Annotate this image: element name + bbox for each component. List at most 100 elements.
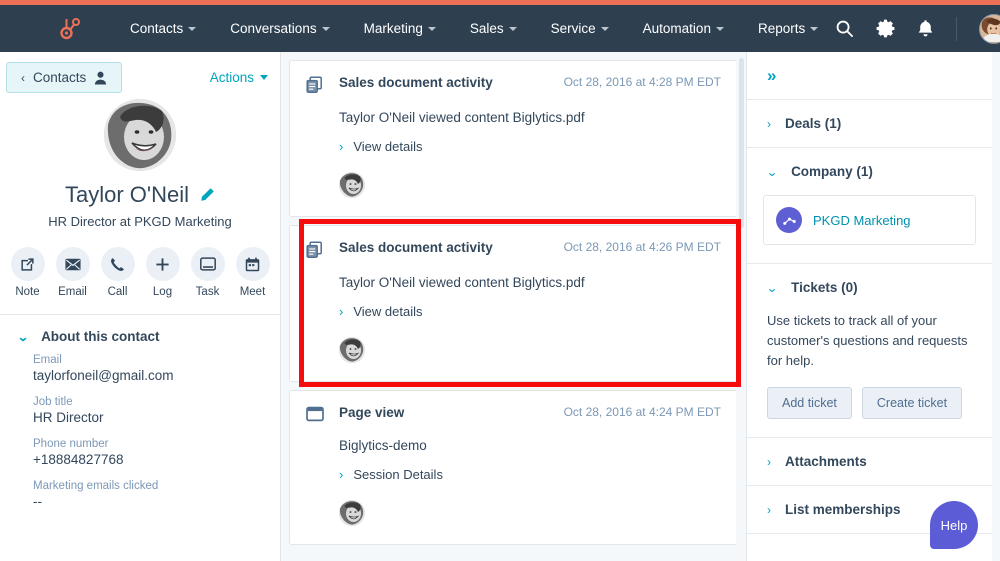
chevron-right-icon: › bbox=[767, 454, 771, 469]
documents-stack-icon bbox=[306, 240, 325, 264]
gear-icon[interactable] bbox=[876, 19, 895, 38]
back-to-contacts-label: Contacts bbox=[33, 70, 87, 85]
scrollbar-thumb[interactable] bbox=[739, 58, 744, 228]
chevron-down-icon bbox=[810, 26, 819, 31]
attachments-section: › Attachments bbox=[747, 438, 992, 487]
nav-divider bbox=[956, 16, 958, 41]
avatar bbox=[339, 500, 365, 526]
timeline-card[interactable]: Sales document activity Oct 28, 2016 at … bbox=[289, 60, 738, 217]
hubspot-sprocket-logo-icon[interactable] bbox=[57, 16, 83, 42]
quick-action-label: Meet bbox=[239, 286, 266, 298]
property-value[interactable]: -- bbox=[33, 494, 262, 509]
property-value[interactable]: +18884827768 bbox=[33, 452, 262, 467]
about-this-contact-header[interactable]: ⌄ About this contact bbox=[0, 315, 280, 354]
chevron-down-icon bbox=[188, 26, 197, 31]
person-icon bbox=[94, 71, 107, 85]
card-body-text: Taylor O'Neil viewed content Biglytics.p… bbox=[339, 110, 585, 125]
chevron-down-icon bbox=[715, 26, 724, 31]
quick-action-email[interactable]: Email bbox=[55, 247, 90, 298]
create-ticket-button[interactable]: Create ticket bbox=[861, 387, 963, 420]
card-header: Sales document activity Oct 28, 2016 at … bbox=[306, 75, 721, 99]
chevron-down-icon bbox=[508, 26, 517, 31]
timeline-scrollbar[interactable] bbox=[736, 52, 746, 561]
nav-item-label: Conversations bbox=[230, 21, 317, 36]
deals-section-header[interactable]: › Deals (1) bbox=[747, 100, 992, 147]
nav-item-conversations[interactable]: Conversations bbox=[213, 21, 346, 36]
card-header: Sales document activity Oct 28, 2016 at … bbox=[306, 240, 721, 264]
actions-label: Actions bbox=[209, 70, 254, 85]
quick-action-meet[interactable]: Meet bbox=[235, 247, 270, 298]
back-to-contacts-button[interactable]: ‹ Contacts bbox=[6, 62, 123, 93]
property-job-title: Job title HR Director bbox=[33, 396, 262, 425]
avatar bbox=[339, 172, 365, 198]
search-icon[interactable] bbox=[835, 19, 854, 38]
timeline-card[interactable]: Page view Oct 28, 2016 at 4:24 PM EDT Bi… bbox=[289, 390, 738, 545]
view-details-toggle[interactable]: › View details bbox=[306, 139, 721, 154]
double-chevron-right-icon: » bbox=[767, 66, 777, 85]
nav-item-contacts[interactable]: Contacts bbox=[113, 21, 213, 36]
quick-action-task[interactable]: Task bbox=[190, 247, 225, 298]
actions-dropdown[interactable]: Actions bbox=[210, 62, 268, 85]
contact-profile: Taylor O'Neil HR Director at PKGD Market… bbox=[0, 93, 280, 314]
quick-action-note[interactable]: Note bbox=[10, 247, 45, 298]
hubspot-contact-record-page: Contacts Conversations Marketing Sales S… bbox=[0, 0, 1000, 561]
task-window-icon bbox=[190, 247, 225, 281]
quick-actions-bar: Note Email Call Log Task Meet bbox=[0, 247, 280, 314]
property-label: Job title bbox=[33, 396, 73, 408]
view-details-toggle[interactable]: › View details bbox=[306, 304, 721, 319]
help-button[interactable]: Help bbox=[930, 501, 978, 549]
chevron-down-icon bbox=[260, 75, 268, 80]
note-icon bbox=[10, 247, 45, 281]
sidebar-top-bar: ‹ Contacts Actions bbox=[0, 52, 280, 93]
tickets-title: Tickets (0) bbox=[791, 280, 858, 295]
chevron-right-icon: › bbox=[339, 467, 344, 482]
nav-item-label: Service bbox=[550, 21, 596, 36]
quick-action-log[interactable]: Log bbox=[145, 247, 180, 298]
chevron-down-icon: ⌄ bbox=[765, 280, 779, 295]
session-details-toggle[interactable]: › Session Details bbox=[306, 467, 721, 482]
nav-item-marketing[interactable]: Marketing bbox=[347, 21, 453, 36]
nav-item-reports[interactable]: Reports bbox=[741, 21, 835, 36]
property-value[interactable]: taylorfoneil@gmail.com bbox=[33, 368, 262, 383]
nav-item-automation[interactable]: Automation bbox=[626, 21, 741, 36]
avatar[interactable] bbox=[979, 13, 1000, 44]
quick-action-call[interactable]: Call bbox=[100, 247, 135, 298]
avatar[interactable] bbox=[104, 99, 176, 171]
card-header: Page view Oct 28, 2016 at 4:24 PM EDT bbox=[306, 405, 721, 427]
add-ticket-button[interactable]: Add ticket bbox=[767, 387, 852, 420]
pencil-icon[interactable] bbox=[199, 187, 215, 203]
chevron-down-icon: ⌄ bbox=[16, 329, 30, 344]
account-menu[interactable] bbox=[979, 13, 1000, 44]
company-name-link[interactable]: PKGD Marketing bbox=[813, 213, 911, 228]
property-phone-number: Phone number +18884827768 bbox=[33, 438, 262, 467]
tickets-actions: Add ticket Create ticket bbox=[747, 371, 992, 437]
avatar bbox=[339, 337, 365, 363]
collapse-sidebar-button[interactable]: » bbox=[747, 52, 992, 100]
bell-icon[interactable] bbox=[917, 19, 934, 38]
chevron-down-icon bbox=[600, 26, 609, 31]
timeline-card[interactable]: Sales document activity Oct 28, 2016 at … bbox=[289, 225, 738, 382]
related-records-sidebar: » › Deals (1) ⌄ Company (1) PKGD Marketi… bbox=[746, 52, 992, 561]
company-card[interactable]: PKGD Marketing bbox=[763, 195, 976, 245]
company-section-header[interactable]: ⌄ Company (1) bbox=[747, 148, 992, 195]
chevron-right-icon: › bbox=[339, 304, 344, 319]
attachments-section-header[interactable]: › Attachments bbox=[747, 438, 992, 485]
contact-subtitle: HR Director at PKGD Marketing bbox=[48, 214, 232, 229]
property-label: Marketing emails clicked bbox=[33, 480, 159, 492]
page-view-link[interactable]: Biglytics-demo bbox=[339, 438, 427, 453]
envelope-icon bbox=[55, 247, 90, 281]
chevron-left-icon: ‹ bbox=[21, 70, 25, 85]
plus-icon bbox=[145, 247, 180, 281]
nav-item-sales[interactable]: Sales bbox=[453, 21, 534, 36]
company-section: ⌄ Company (1) PKGD Marketing bbox=[747, 148, 992, 264]
chevron-down-icon: ⌄ bbox=[765, 164, 779, 179]
chevron-right-icon: › bbox=[767, 116, 771, 131]
nav-item-service[interactable]: Service bbox=[534, 21, 626, 36]
card-timestamp: Oct 28, 2016 at 4:28 PM EDT bbox=[563, 75, 721, 89]
contact-sidebar: ‹ Contacts Actions Taylor O'Neil HR Dire… bbox=[0, 52, 281, 561]
property-value[interactable]: HR Director bbox=[33, 410, 262, 425]
top-navigation-bar: Contacts Conversations Marketing Sales S… bbox=[0, 5, 1000, 52]
tickets-section-header[interactable]: ⌄ Tickets (0) bbox=[747, 264, 992, 311]
property-label: Phone number bbox=[33, 438, 109, 450]
phone-icon bbox=[100, 247, 135, 281]
